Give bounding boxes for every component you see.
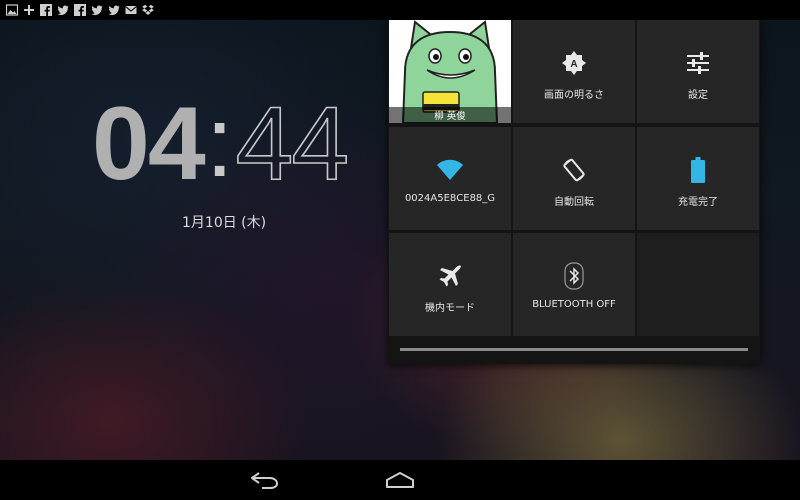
settings-tile[interactable]: 設定 xyxy=(637,20,759,123)
panel-drag-handle[interactable] xyxy=(400,348,748,351)
dropbox-icon xyxy=(142,4,154,16)
airplane-icon xyxy=(437,263,463,289)
back-icon xyxy=(251,472,279,489)
svg-text:A: A xyxy=(570,59,577,70)
quick-settings-panel: 柳 英俊 A 画面の明るさ 設定 0024A5E8CE88_G 自動回転 充電完… xyxy=(388,20,760,364)
facebook-icon xyxy=(74,4,86,16)
navigation-bar xyxy=(0,460,800,500)
battery-label: 充電完了 xyxy=(678,197,718,208)
twitter-icon xyxy=(57,4,69,16)
wifi-icon xyxy=(436,157,464,183)
lockscreen-date: 1月10日 (木) xyxy=(182,215,267,231)
user-tile[interactable]: 柳 英俊 xyxy=(389,20,511,123)
bluetooth-icon xyxy=(564,262,584,290)
lockscreen-clock: 04 : 44 xyxy=(92,86,350,198)
clock-minutes: 44 xyxy=(235,86,350,202)
auto-rotate-icon xyxy=(561,157,587,183)
brightness-label: 画面の明るさ xyxy=(544,90,604,101)
auto-rotate-label: 自動回転 xyxy=(554,197,594,208)
user-name: 柳 英俊 xyxy=(389,107,511,123)
facebook-icon xyxy=(40,4,52,16)
email-icon xyxy=(125,4,137,16)
settings-label: 設定 xyxy=(688,90,708,101)
battery-tile[interactable]: 充電完了 xyxy=(637,127,759,230)
twitter-icon xyxy=(108,4,120,16)
home-button[interactable] xyxy=(380,468,420,492)
back-button[interactable] xyxy=(245,468,285,492)
brightness-tile[interactable]: A 画面の明るさ xyxy=(513,20,635,123)
battery-full-icon xyxy=(691,157,705,183)
airplane-mode-tile[interactable]: 機内モード xyxy=(389,233,511,336)
bluetooth-tile[interactable]: BLUETOOTH OFF xyxy=(513,233,635,336)
home-icon xyxy=(386,472,414,488)
brightness-icon: A xyxy=(561,50,587,76)
wifi-network-label: 0024A5E8CE88_G xyxy=(404,193,496,204)
wordpress-icon xyxy=(23,4,35,16)
gallery-icon xyxy=(6,4,18,16)
clock-hours: 04 xyxy=(92,86,206,202)
bluetooth-label: BLUETOOTH OFF xyxy=(532,299,616,310)
clock-colon: : xyxy=(205,86,234,198)
status-bar[interactable] xyxy=(0,0,800,20)
empty-tile xyxy=(637,233,759,336)
settings-sliders-icon xyxy=(685,50,711,76)
auto-rotate-tile[interactable]: 自動回転 xyxy=(513,127,635,230)
wifi-tile[interactable]: 0024A5E8CE88_G xyxy=(389,127,511,230)
airplane-mode-label: 機内モード xyxy=(425,303,475,314)
twitter-icon xyxy=(91,4,103,16)
